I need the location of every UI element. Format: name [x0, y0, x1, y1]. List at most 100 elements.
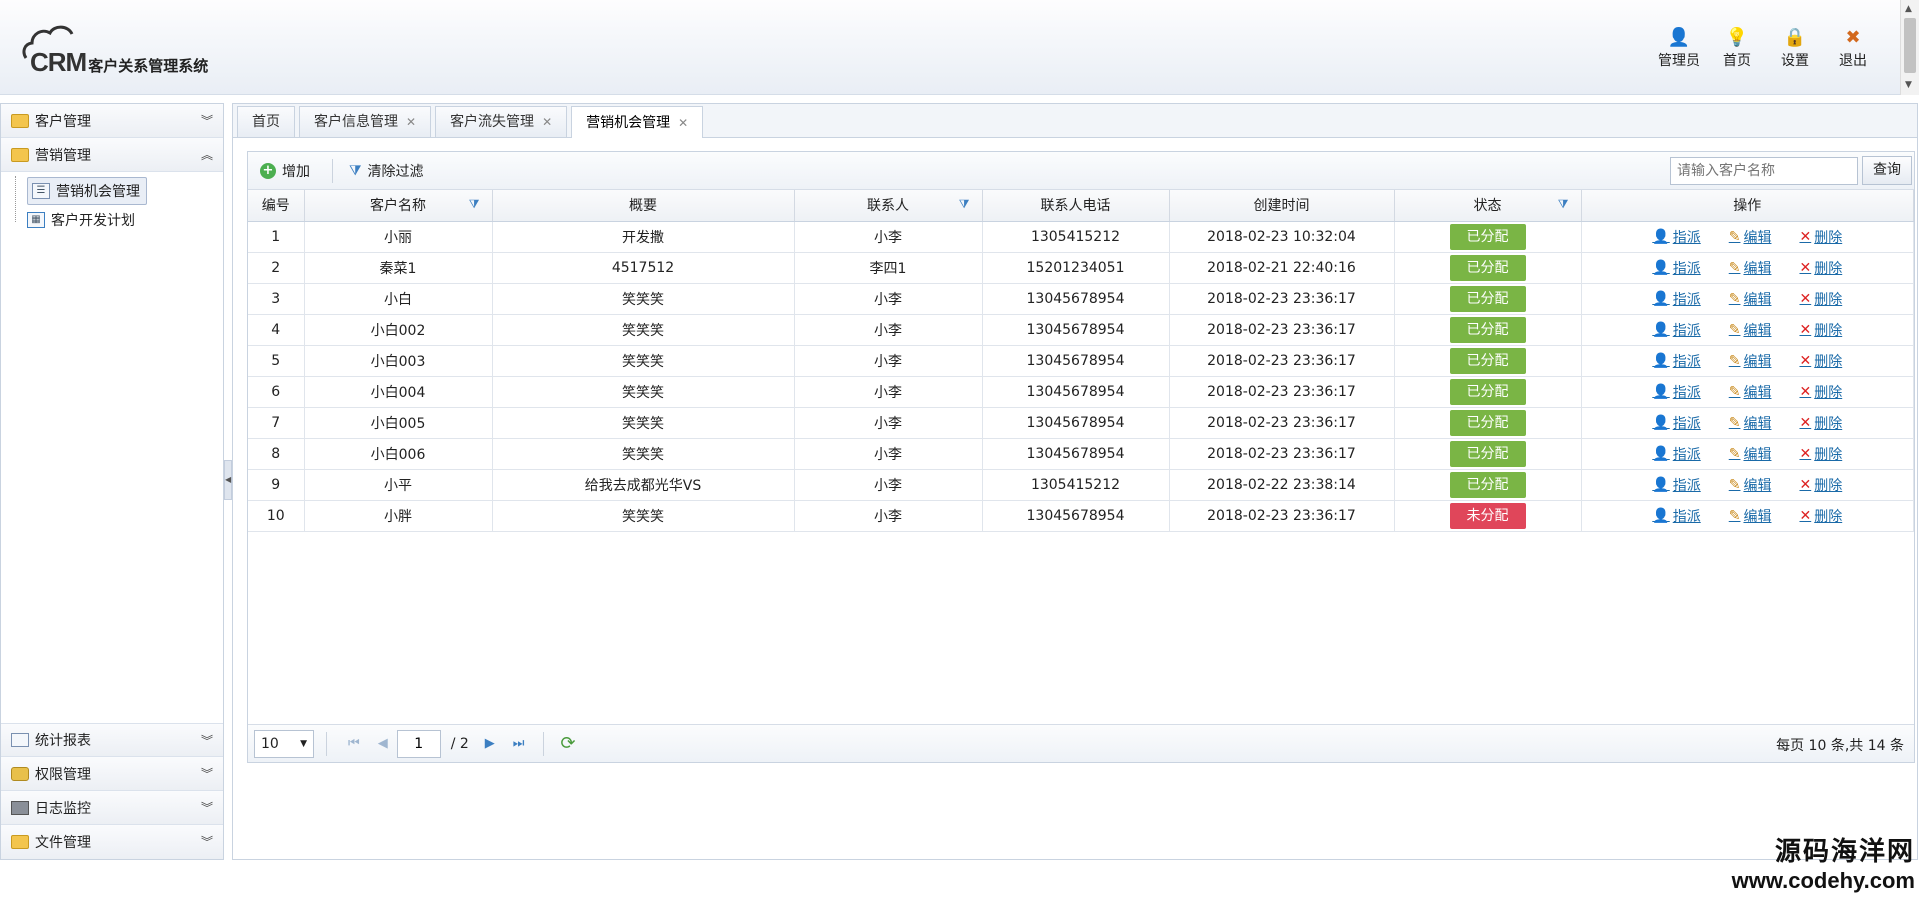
- delete-link[interactable]: ✕ 删除: [1799, 475, 1842, 495]
- table-row[interactable]: 7 小白005 笑笑笑 小李 13045678954 2018-02-23 23:36:1…: [248, 407, 1914, 439]
- sidebar-group-logs[interactable]: 日志监控 ︾: [1, 791, 223, 825]
- toplink-user[interactable]: 👤 管理员: [1650, 26, 1708, 70]
- table-row[interactable]: 5 小白003 笑笑笑 小李 13045678954 2018-02-23 23:36:1…: [248, 345, 1914, 377]
- page-size-select[interactable]: 10 ▼: [254, 729, 314, 758]
- table-row[interactable]: 8 小白006 笑笑笑 小李 13045678954 2018-02-23 23:36:1…: [248, 438, 1914, 470]
- delete-link[interactable]: ✕ 删除: [1799, 506, 1842, 526]
- assign-link[interactable]: 👤 指派: [1652, 475, 1700, 495]
- delete-link[interactable]: ✕ 删除: [1799, 320, 1842, 340]
- delete-link[interactable]: ✕ 删除: [1799, 444, 1842, 464]
- edit-link[interactable]: ✎ 编辑: [1729, 444, 1772, 464]
- tab-1[interactable]: 客户信息管理 ✕: [299, 106, 432, 137]
- chevron-down-icon[interactable]: ︾: [201, 799, 213, 816]
- sidebar-group-files[interactable]: 文件管理 ︾: [1, 825, 223, 859]
- table-row[interactable]: 10 小胖 笑笑笑 小李 13045678954 2018-02-23 23:36:17 未…: [248, 500, 1914, 532]
- actions-cell: 👤 指派 ✎ 编辑 ✕ 删除: [1581, 221, 1914, 253]
- assign-link[interactable]: 👤 指派: [1652, 320, 1700, 340]
- assign-link[interactable]: 👤 指派: [1652, 258, 1700, 278]
- delete-link[interactable]: ✕ 删除: [1799, 351, 1842, 371]
- filter-icon[interactable]: ⧩: [469, 197, 480, 212]
- tab-3[interactable]: 营销机会管理 ✕: [571, 106, 704, 138]
- close-tab-icon[interactable]: ✕: [678, 108, 688, 138]
- add-button[interactable]: + 增加: [260, 161, 320, 181]
- edit-link[interactable]: ✎ 编辑: [1729, 258, 1772, 278]
- tree-item-dev-plan[interactable]: ▦ 客户开发计划: [15, 205, 223, 234]
- filter-icon[interactable]: ⧩: [1558, 197, 1569, 212]
- edit-link[interactable]: ✎ 编辑: [1729, 382, 1772, 402]
- assign-link[interactable]: 👤 指派: [1652, 227, 1700, 247]
- assign-link[interactable]: 👤 指派: [1652, 351, 1700, 371]
- table-row[interactable]: 1 小丽 开发撒 小李 1305415212 2018-02-23 10:32:04 已分配…: [248, 221, 1914, 253]
- delete-link[interactable]: ✕ 删除: [1799, 382, 1842, 402]
- edit-link[interactable]: ✎ 编辑: [1729, 506, 1772, 526]
- table-row[interactable]: 6 小白004 笑笑笑 小李 13045678954 2018-02-23 23:36:1…: [248, 376, 1914, 408]
- edit-link[interactable]: ✎ 编辑: [1729, 227, 1772, 247]
- column-header[interactable]: 联系人 ⧩: [794, 190, 983, 222]
- table-cell: 1: [248, 221, 305, 253]
- table-row[interactable]: 3 小白 笑笑笑 小李 13045678954 2018-02-23 23:36:17 已分…: [248, 283, 1914, 315]
- chevron-down-icon[interactable]: ︾: [201, 765, 213, 782]
- last-page-icon[interactable]: ⏭: [513, 736, 525, 751]
- assign-link[interactable]: 👤 指派: [1652, 444, 1700, 464]
- action-label: 指派: [1672, 229, 1701, 246]
- chevron-down-icon[interactable]: ︾: [201, 833, 213, 850]
- toplink-lightbulb[interactable]: 💡 首页: [1708, 26, 1766, 70]
- table-cell: 已分配: [1394, 376, 1582, 408]
- table-row[interactable]: 9 小平 给我去成都光华VS 小李 1305415212 2018-02-22 23:38…: [248, 469, 1914, 501]
- user-icon: 👤: [1652, 414, 1670, 431]
- assign-link[interactable]: 👤 指派: [1652, 382, 1700, 402]
- chevron-down-icon[interactable]: ︾: [201, 112, 213, 129]
- sidebar-group-marketing[interactable]: 营销管理 ︽: [1, 138, 223, 172]
- close-tab-icon[interactable]: ✕: [542, 107, 552, 137]
- delete-link[interactable]: ✕ 删除: [1799, 227, 1842, 247]
- delete-link[interactable]: ✕ 删除: [1799, 289, 1842, 309]
- sidebar-group-reports[interactable]: 统计报表 ︾: [1, 723, 223, 757]
- table-row[interactable]: 2 秦菜1 4517512 李四1 15201234051 2018-02-21 22:4…: [248, 252, 1914, 284]
- assign-link[interactable]: 👤 指派: [1652, 413, 1700, 433]
- filter-icon[interactable]: ⧩: [959, 197, 970, 212]
- column-header-label: 创建时间: [1253, 198, 1310, 215]
- tab-2[interactable]: 客户流失管理 ✕: [435, 106, 568, 137]
- delete-link[interactable]: ✕ 删除: [1799, 413, 1842, 433]
- column-header[interactable]: 概要: [492, 190, 795, 222]
- column-header[interactable]: 操作: [1581, 190, 1914, 222]
- sidebar-group-customer[interactable]: 客户管理 ︾: [1, 104, 223, 138]
- next-page-icon[interactable]: ▶: [485, 736, 495, 751]
- column-header[interactable]: 编号: [248, 190, 305, 222]
- edit-link[interactable]: ✎ 编辑: [1729, 413, 1772, 433]
- column-header[interactable]: 客户名称 ⧩: [304, 190, 493, 222]
- chevron-down-icon[interactable]: ︾: [201, 732, 213, 749]
- refresh-icon[interactable]: ⟳: [560, 733, 575, 754]
- assign-link[interactable]: 👤 指派: [1652, 506, 1700, 526]
- edit-link[interactable]: ✎ 编辑: [1729, 475, 1772, 495]
- edit-link[interactable]: ✎ 编辑: [1729, 289, 1772, 309]
- edit-link[interactable]: ✎ 编辑: [1729, 320, 1772, 340]
- tab-0[interactable]: 首页: [237, 106, 295, 137]
- page-number-input[interactable]: [396, 729, 441, 758]
- tree-item-opportunity[interactable]: ☰ 营销机会管理: [15, 176, 223, 205]
- delete-link[interactable]: ✕ 删除: [1799, 258, 1842, 278]
- table-cell: 笑笑笑: [492, 314, 795, 346]
- table-cell: 小白003: [304, 345, 493, 377]
- scrollbar-thumb[interactable]: [1904, 18, 1916, 73]
- assign-link[interactable]: 👤 指派: [1652, 289, 1700, 309]
- toplink-close[interactable]: ✖ 退出: [1824, 26, 1882, 70]
- sidebar-collapse-handle[interactable]: ◀: [224, 460, 232, 500]
- chevron-up-icon[interactable]: ︽: [201, 146, 213, 163]
- search-button[interactable]: 查询: [1862, 156, 1912, 185]
- page-scrollbar[interactable]: ▲ ▼: [1900, 0, 1919, 95]
- scroll-up-icon[interactable]: ▲: [1905, 4, 1912, 14]
- close-tab-icon[interactable]: ✕: [406, 107, 416, 137]
- customer-search-input[interactable]: [1670, 157, 1858, 185]
- sidebar-group-permissions[interactable]: 权限管理 ︾: [1, 757, 223, 791]
- prev-page-icon[interactable]: ◀: [378, 736, 388, 751]
- column-header[interactable]: 创建时间: [1169, 190, 1395, 222]
- edit-link[interactable]: ✎ 编辑: [1729, 351, 1772, 371]
- column-header[interactable]: 状态 ⧩: [1394, 190, 1582, 222]
- toplink-lock[interactable]: 🔒 设置: [1766, 26, 1824, 70]
- table-row[interactable]: 4 小白002 笑笑笑 小李 13045678954 2018-02-23 23:36:1…: [248, 314, 1914, 346]
- scroll-down-icon[interactable]: ▼: [1905, 80, 1912, 90]
- first-page-icon[interactable]: ⏮: [348, 736, 360, 751]
- clear-filter-button[interactable]: ⧩ 清除过滤: [349, 161, 434, 181]
- column-header[interactable]: 联系人电话: [982, 190, 1170, 222]
